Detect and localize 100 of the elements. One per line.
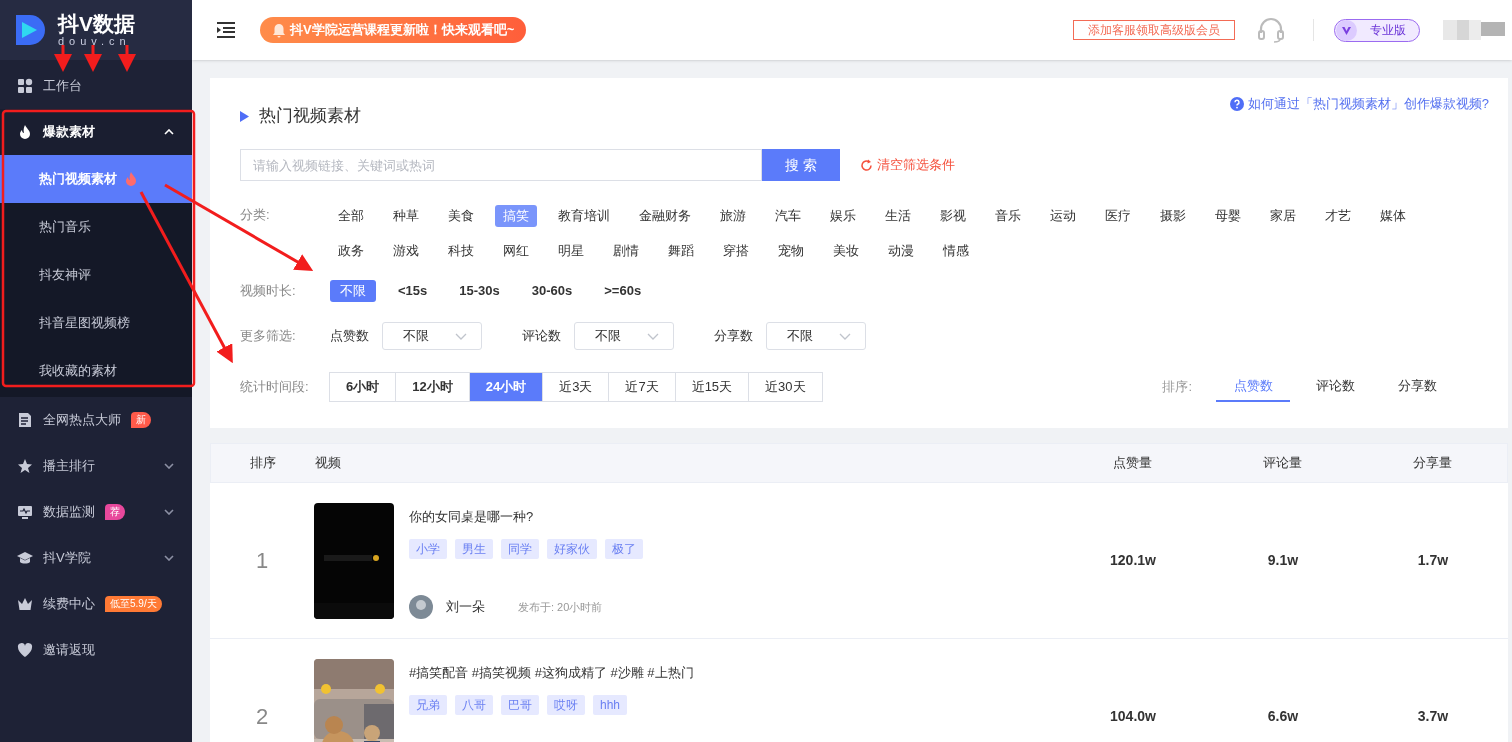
user-avatar[interactable] [1443,20,1505,40]
sort-tab[interactable]: 评论数 [1298,372,1372,402]
publish-time: 发布于: 20小时前 [518,599,603,615]
category-option[interactable]: 金融财务 [631,205,699,227]
column-header[interactable]: 评论量 [1207,453,1357,473]
menu-icon[interactable] [216,22,236,38]
submenu-item[interactable]: 抖友神评 [0,251,192,299]
table-cell-text: 9.1w [1266,551,1300,570]
period-option[interactable]: 6小时 [329,372,397,402]
sidebar-item[interactable]: 工作台 [0,63,192,109]
annotation-arrow [54,45,72,72]
submenu-item[interactable]: 热门视频素材 [0,155,192,203]
sidebar-item[interactable]: 爆款素材 [0,109,192,155]
submenu-item[interactable]: 热门音乐 [0,203,192,251]
category-option[interactable]: 娱乐 [822,205,864,227]
select-field[interactable]: 不限 [766,322,866,350]
document-icon [17,412,33,428]
video-title[interactable]: #搞笑配音 #搞笑视频 #这狗成精了 #沙雕 #上热门 [409,663,694,683]
filter-label: 分享数 [714,327,753,346]
category-option[interactable]: 生活 [877,205,919,227]
duration-option[interactable]: 不限 [330,280,376,302]
duration-option[interactable]: >=60s [594,280,652,302]
category-option[interactable]: 动漫 [880,240,922,262]
sidebar-item[interactable]: 数据监测 荐 [0,489,192,535]
category-option[interactable]: 音乐 [987,205,1029,227]
category-option[interactable]: 明星 [550,240,592,262]
period-option[interactable]: 近3天 [542,372,610,402]
category-option[interactable]: 游戏 [385,240,427,262]
table-cell-text: 120.1w [1109,551,1157,570]
search-field[interactable]: 请输入视频链接、关键词或热词 [240,149,762,181]
category-option[interactable]: 穿搭 [715,240,757,262]
video-title[interactable]: 你的女同桌是哪一种? [409,507,643,527]
category-option[interactable]: 运动 [1042,205,1084,227]
column-header[interactable]: 排序 [211,453,315,473]
category-option[interactable]: 政务 [330,240,372,262]
category-option[interactable]: 网红 [495,240,537,262]
category-option[interactable]: 美食 [440,205,482,227]
duration-option[interactable]: 15-30s [449,280,510,302]
sidebar-item[interactable]: 邀请返现 [0,627,192,673]
plan-badge[interactable]: 专业版 [1334,18,1420,42]
crown-icon [17,596,33,612]
category-option[interactable]: 科技 [440,240,482,262]
sidebar-item[interactable]: 抖V学院 [0,535,192,581]
refresh-icon [860,158,873,172]
period-option[interactable]: 24小时 [468,372,544,402]
duration-option[interactable]: 30-60s [521,280,583,302]
category-option[interactable]: 才艺 [1317,205,1359,227]
annotation-arrow [118,45,136,72]
search-button[interactable]: 搜 索 [762,149,840,181]
sidebar-item[interactable]: 全网热点大师 新 [0,397,192,443]
category-option[interactable]: 种草 [385,205,427,227]
table-cell-text: 6.6w [1266,707,1300,726]
sort-tab[interactable]: 分享数 [1380,372,1454,402]
triangle-icon [240,110,249,122]
table-cell-text: 104.0w [1109,707,1157,726]
category-option[interactable]: 家居 [1262,205,1304,227]
period-option[interactable]: 近30天 [748,372,823,402]
period-option[interactable]: 近7天 [608,372,676,402]
avatar [409,595,433,619]
category-option[interactable]: 宠物 [770,240,812,262]
submenu-item[interactable]: 我收藏的素材 [0,347,192,395]
category-option[interactable]: 医疗 [1097,205,1139,227]
badge: 新 [131,412,151,428]
column-header[interactable]: 视频 [315,453,1057,473]
filter-label: 统计时间段: [240,378,310,397]
submenu-item[interactable]: 抖音星图视频榜 [0,299,192,347]
category-option[interactable]: 舞蹈 [660,240,702,262]
category-option[interactable]: 摄影 [1152,205,1194,227]
category-option[interactable]: 媒体 [1372,205,1414,227]
category-option[interactable]: 情感 [935,240,977,262]
category-option[interactable]: 剧情 [605,240,647,262]
badge: 荐 [105,504,125,520]
column-header[interactable]: 分享量 [1357,453,1507,473]
star-icon [17,458,33,474]
category-option[interactable]: 美妆 [825,240,867,262]
headset-icon[interactable] [1257,17,1285,43]
sidebar-item[interactable]: 续费中心 低至5.9/天 [0,581,192,627]
column-header[interactable]: 点赞量 [1057,453,1207,473]
sort-tab[interactable]: 点赞数 [1216,372,1290,402]
select-field[interactable]: 不限 [382,322,482,350]
category-option[interactable]: 影视 [932,205,974,227]
bell-icon [272,22,286,38]
filter-label: 分类: [240,206,271,224]
period-option[interactable]: 近15天 [674,372,750,402]
clear-filters-link[interactable]: 清空筛选条件 [860,155,955,175]
category-option[interactable]: 旅游 [712,205,754,227]
help-link[interactable]: 如何通过「热门视频素材」创作爆款视频? [1247,94,1489,114]
duration-option[interactable]: <15s [388,280,438,302]
flame-icon [17,124,33,140]
sidebar-item[interactable]: 播主排行 [0,443,192,489]
page-title: 热门视频素材 [259,105,361,128]
category-option[interactable]: 母婴 [1207,205,1249,227]
select-field[interactable]: 不限 [574,322,674,350]
table-cell-text: 3.7w [1416,707,1450,726]
notice-text: 抖V学院运营课程更新啦！快来观看吧~ [290,21,515,40]
category-option[interactable]: 全部 [330,205,372,227]
author-name: 刘一朵 [446,598,485,617]
logo-subtitle: douv.cn [58,36,132,47]
category-option[interactable]: 教育培训 [550,205,618,227]
category-option[interactable]: 汽车 [767,205,809,227]
